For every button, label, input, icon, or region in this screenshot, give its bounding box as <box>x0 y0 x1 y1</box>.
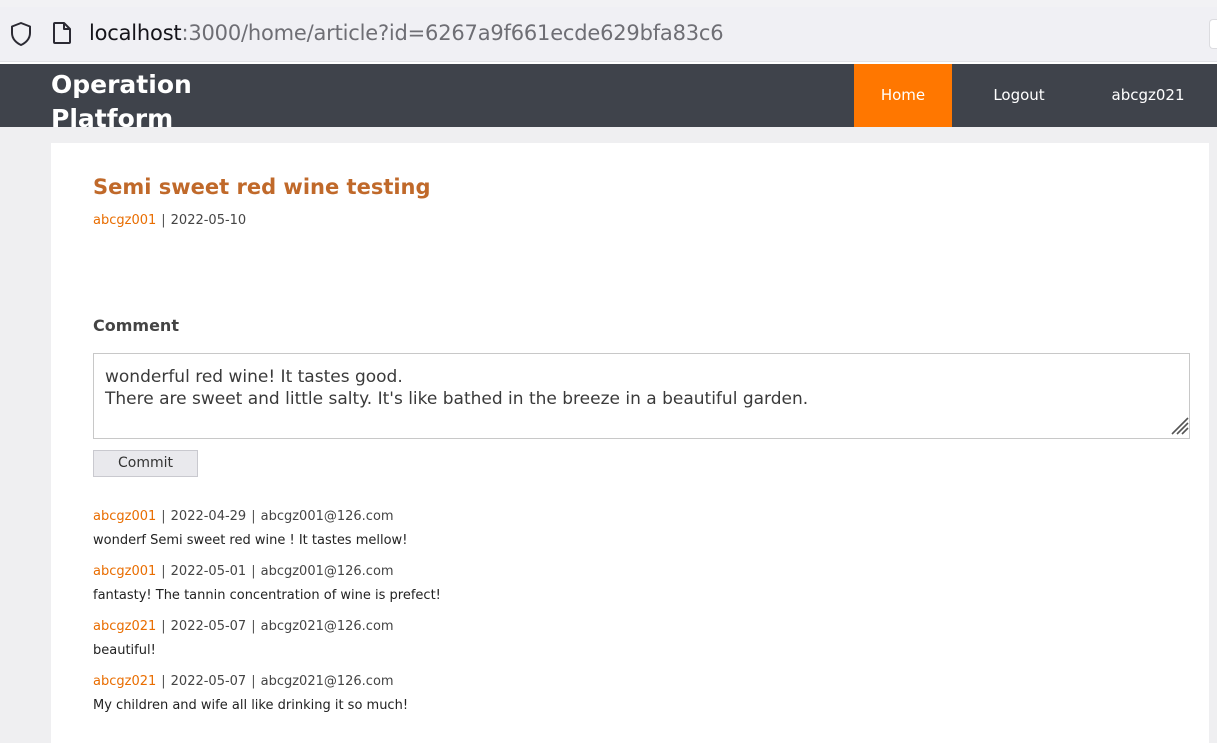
comment-author-link[interactable]: abcgz001 <box>93 564 156 579</box>
comment-item: abcgz021 | 2022-05-07 | abcgz021@126.com My … <box>93 674 408 713</box>
brand-logo-text[interactable]: Operation Platform <box>51 68 221 127</box>
meta-separator: | <box>161 564 166 579</box>
article-card: Semi sweet red wine testing abcgz001 | 202… <box>51 143 1209 743</box>
comment-date: 2022-04-29 <box>170 509 247 524</box>
comment-author-link[interactable]: abcgz021 <box>93 674 156 689</box>
comment-date: 2022-05-07 <box>170 674 247 689</box>
url-host: localhost <box>89 21 182 45</box>
meta-separator: | <box>251 564 256 579</box>
comment-meta: abcgz001 | 2022-04-29 | abcgz001@126.com <box>93 509 407 524</box>
browser-tab-strip <box>0 0 1217 7</box>
comment-item: abcgz001 | 2022-04-29 | abcgz001@126.com won… <box>93 509 407 548</box>
top-navbar: Operation Platform Home Logout abcgz021 <box>0 64 1217 127</box>
article-meta: abcgz001 | 2022-05-10 <box>93 213 246 228</box>
comment-textarea[interactable]: wonderful red wine! It tastes good. Ther… <box>93 353 1190 439</box>
comment-email: abcgz001@126.com <box>260 564 394 579</box>
toolbar-edge <box>1209 19 1217 49</box>
comment-text: wonderf Semi sweet red wine ! It tastes … <box>93 533 408 548</box>
url-path: :3000/home/article?id=6267a9f661ecde629b… <box>181 21 724 45</box>
meta-separator: | <box>161 509 166 524</box>
resize-grip-icon[interactable] <box>1167 413 1189 435</box>
article-date: 2022-05-10 <box>170 213 247 228</box>
nav-logout-button[interactable]: Logout <box>970 64 1068 127</box>
article-author-link[interactable]: abcgz001 <box>93 213 156 228</box>
comment-email: abcgz021@126.com <box>260 619 394 634</box>
comment-meta: abcgz021 | 2022-05-07 | abcgz021@126.com <box>93 619 394 634</box>
meta-separator: | <box>251 509 256 524</box>
comment-meta: abcgz001 | 2022-05-01 | abcgz001@126.com <box>93 564 441 579</box>
comment-email: abcgz001@126.com <box>260 509 394 524</box>
comment-email: abcgz021@126.com <box>260 674 394 689</box>
comment-text: My children and wife all like drinking i… <box>93 698 409 713</box>
nav-home-button[interactable]: Home <box>854 64 952 127</box>
url-text[interactable]: localhost:3000/home/article?id=6267a9f66… <box>89 17 724 49</box>
meta-separator: | <box>251 619 256 634</box>
comment-meta: abcgz021 | 2022-05-07 | abcgz021@126.com <box>93 674 408 689</box>
shield-icon[interactable] <box>9 21 33 47</box>
comment-item: abcgz021 | 2022-05-07 | abcgz021@126.com bea… <box>93 619 394 658</box>
page-icon <box>51 21 73 45</box>
comment-text: fantasty! The tannin concentration of wi… <box>93 588 441 603</box>
browser-url-bar: localhost:3000/home/article?id=6267a9f66… <box>0 0 1217 64</box>
meta-separator: | <box>251 674 256 689</box>
commit-button[interactable]: Commit <box>93 450 198 477</box>
meta-separator: | <box>161 619 166 634</box>
comment-author-link[interactable]: abcgz021 <box>93 619 156 634</box>
meta-separator: | <box>161 213 166 228</box>
nav-user-button[interactable]: abcgz021 <box>1090 64 1206 127</box>
comment-date: 2022-05-01 <box>170 564 247 579</box>
comment-author-link[interactable]: abcgz001 <box>93 509 156 524</box>
comment-text: beautiful! <box>93 643 156 658</box>
article-title: Semi sweet red wine testing <box>93 175 431 199</box>
comment-date: 2022-05-07 <box>170 619 247 634</box>
meta-separator: | <box>161 674 166 689</box>
comment-item: abcgz001 | 2022-05-01 | abcgz001@126.com fan… <box>93 564 441 603</box>
comment-heading: Comment <box>93 316 179 335</box>
